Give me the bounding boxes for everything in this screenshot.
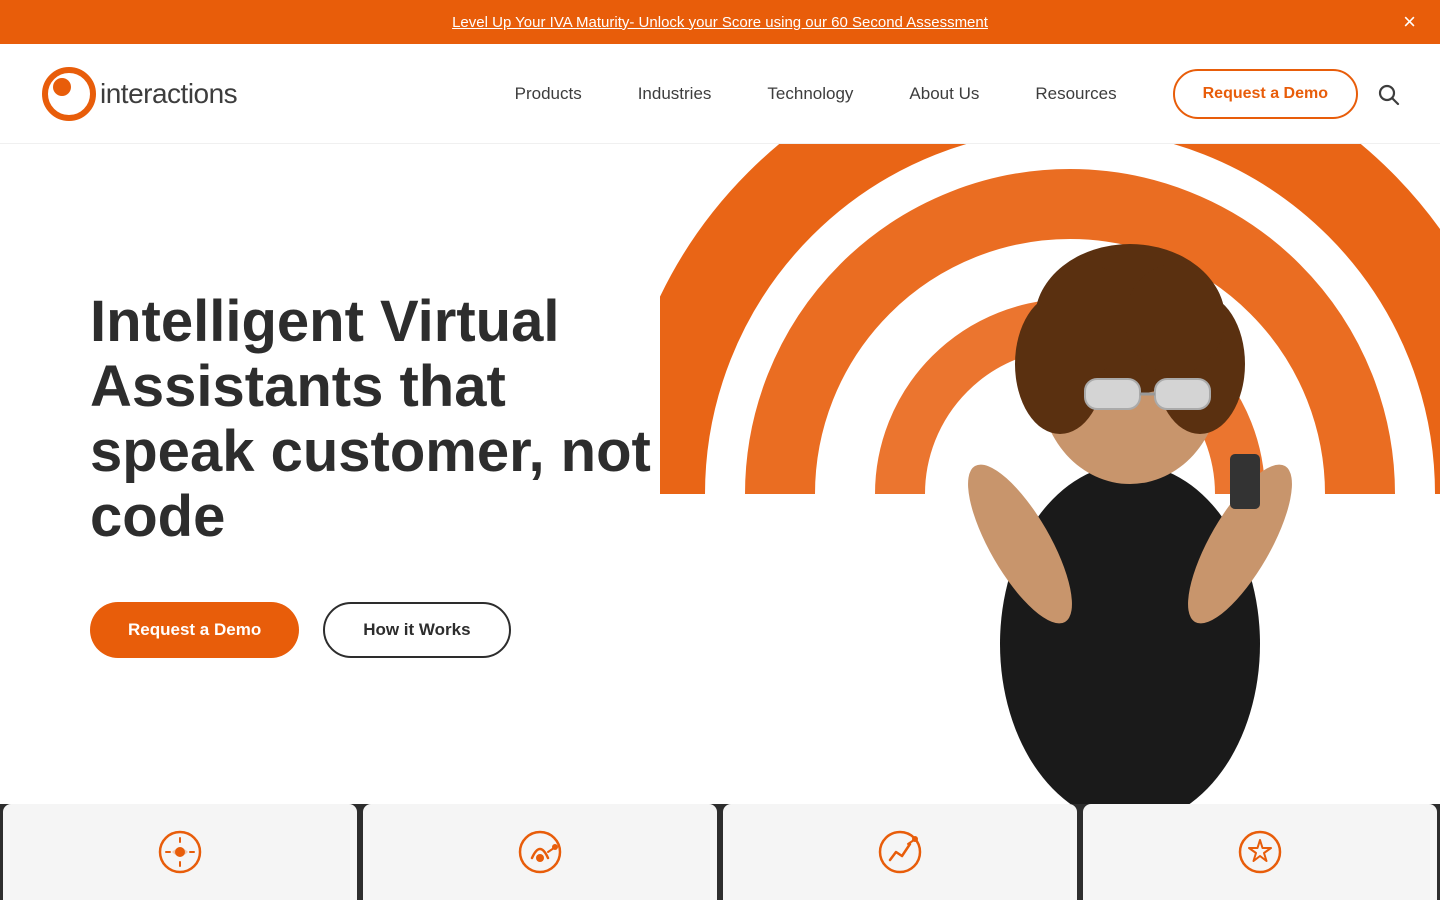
banner-link[interactable]: Level Up Your IVA Maturity- Unlock your … xyxy=(452,14,988,31)
how-it-works-button[interactable]: How it Works xyxy=(323,602,510,658)
hero-buttons: Request a Demo How it Works xyxy=(90,602,680,658)
hero-person xyxy=(920,164,1340,804)
hero-content: Intelligent Virtual Assistants that spea… xyxy=(0,210,680,738)
feature-icon-4 xyxy=(1236,828,1284,876)
hero-headline: Intelligent Virtual Assistants that spea… xyxy=(90,290,680,550)
nav-links: Products Industries Technology About Us … xyxy=(487,84,1145,104)
top-banner: Level Up Your IVA Maturity- Unlock your … xyxy=(0,0,1440,44)
feature-bar xyxy=(0,804,1440,900)
feature-icon-1 xyxy=(156,828,204,876)
feature-item-1[interactable] xyxy=(3,804,357,900)
request-demo-hero-button[interactable]: Request a Demo xyxy=(90,602,299,658)
feature-item-3[interactable] xyxy=(723,804,1077,900)
logo-text: interactions xyxy=(100,78,237,110)
hero-image-area xyxy=(740,144,1440,804)
feature-icon-2 xyxy=(516,828,564,876)
nav-item-industries[interactable]: Industries xyxy=(610,84,740,104)
feature-item-4[interactable] xyxy=(1083,804,1437,900)
navbar: interactions Products Industries Technol… xyxy=(0,44,1440,144)
request-demo-nav-button[interactable]: Request a Demo xyxy=(1173,69,1358,119)
banner-close-button[interactable]: × xyxy=(1403,11,1416,33)
logo-icon xyxy=(40,65,98,123)
hero-section: Intelligent Virtual Assistants that spea… xyxy=(0,144,1440,804)
nav-item-technology[interactable]: Technology xyxy=(739,84,881,104)
search-button[interactable] xyxy=(1376,82,1400,106)
feature-item-2[interactable] xyxy=(363,804,717,900)
search-icon xyxy=(1376,82,1400,106)
feature-icon-3 xyxy=(876,828,924,876)
nav-item-about-us[interactable]: About Us xyxy=(881,84,1007,104)
nav-item-resources[interactable]: Resources xyxy=(1007,84,1144,104)
logo[interactable]: interactions xyxy=(40,65,237,123)
nav-item-products[interactable]: Products xyxy=(487,84,610,104)
